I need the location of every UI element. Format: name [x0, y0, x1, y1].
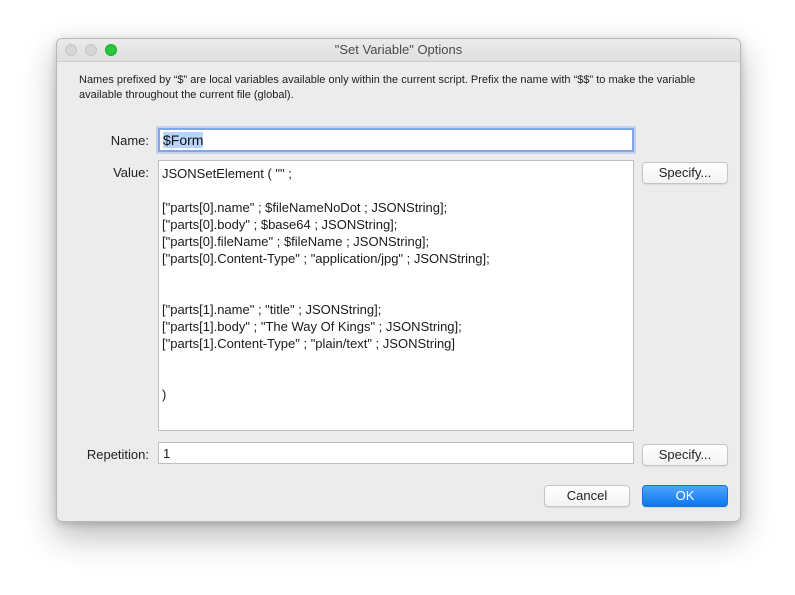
variable-help-text: Names prefixed by “$” are local variable…	[79, 74, 696, 101]
cancel-button[interactable]: Cancel	[544, 485, 630, 507]
repetition-field[interactable]	[158, 442, 634, 464]
repetition-label: Repetition:	[86, 447, 149, 462]
title-bar: "Set Variable" Options	[57, 39, 740, 62]
repetition-specify-button[interactable]: Specify...	[642, 444, 728, 466]
name-field[interactable]	[158, 128, 634, 152]
value-specify-button[interactable]: Specify...	[642, 162, 728, 184]
set-variable-options-dialog: "Set Variable" Options Names prefixed by…	[56, 38, 741, 522]
ok-button[interactable]: OK	[642, 485, 728, 507]
dialog-title: "Set Variable" Options	[334, 42, 463, 57]
name-label: Name:	[110, 133, 149, 148]
value-calculation-field[interactable]: JSONSetElement ( "" ; ["parts[0].name" ;…	[158, 160, 634, 431]
value-label: Value:	[113, 165, 149, 180]
